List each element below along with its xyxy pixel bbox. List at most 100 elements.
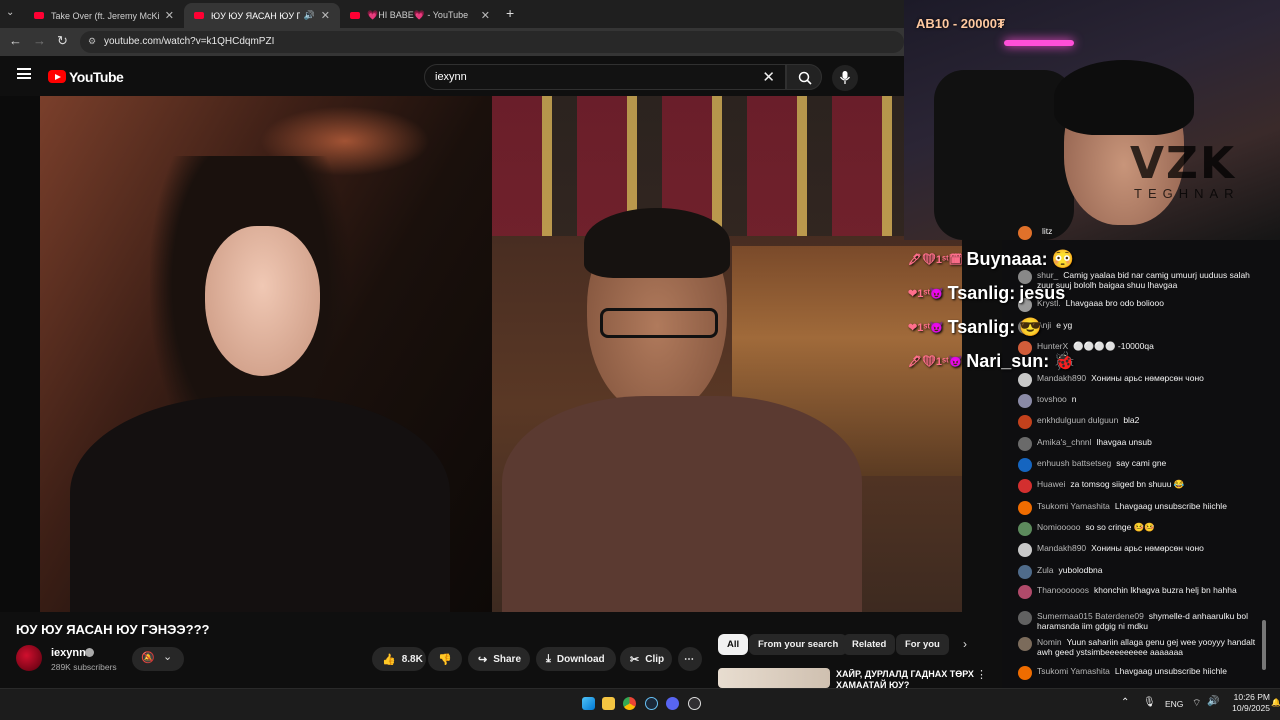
site-info-icon[interactable]: ⚙ [88, 36, 96, 47]
search-input[interactable]: iexynn ✕ [424, 64, 786, 90]
forward-arrow-icon[interactable]: → [33, 33, 46, 48]
thumbs-down-icon: 👎 [438, 653, 452, 666]
search-button[interactable] [786, 64, 822, 90]
chat-user-avatar[interactable] [1018, 522, 1032, 536]
chat-message-body: Huawei za tomsog siiged bn shuuu 😂 [1037, 479, 1184, 489]
steam-icon[interactable] [645, 697, 658, 710]
channel-avatar[interactable] [16, 645, 42, 671]
chat-username[interactable]: tovshoo [1037, 394, 1067, 404]
chat-message-body: Nomiooooo so so cringe 🤒🤒 [1037, 522, 1155, 532]
tab-hi-babe[interactable]: 💗HI BABE💗 - YouTube ✕ [340, 3, 500, 28]
chat-username[interactable]: Huawei [1037, 479, 1065, 489]
language-indicator[interactable]: ENG [1165, 699, 1183, 709]
close-tab-icon[interactable]: ✕ [481, 9, 490, 22]
recommended-more-icon[interactable]: ⋮ [976, 668, 987, 681]
chat-user-avatar[interactable] [1018, 437, 1032, 451]
chat-username: Tsanlig: [947, 282, 1016, 303]
dislike-button[interactable]: 👎 [428, 647, 462, 671]
new-tab-icon[interactable]: + [506, 5, 514, 21]
chat-text: 😎 [1019, 316, 1042, 337]
chat-user-avatar[interactable] [1018, 415, 1032, 429]
hamburger-menu-icon[interactable] [17, 68, 31, 79]
chat-username: Nari_sun: [966, 350, 1050, 371]
chat-message-body: Mandakh890 Хонины арьс нөмөрсөн чоно [1037, 543, 1204, 553]
chat-user-avatar[interactable] [1018, 611, 1032, 625]
taskbar-clock[interactable]: 10:26 PM 10/9/2025 [1228, 692, 1270, 714]
reload-icon[interactable]: ↻ [57, 33, 68, 49]
recommended-video-title[interactable]: ХАЙР, ДУРЛАЛД ГАДНАХ ТӨРХ ХАМААТАЙ ЮУ? [836, 669, 976, 688]
chip-for-you[interactable]: For you [896, 634, 949, 655]
chat-username[interactable]: Thanoooooos [1037, 585, 1089, 595]
channel-name[interactable]: iexynn [51, 647, 86, 659]
chat-username[interactable]: enkhdulguun dulguun [1037, 415, 1118, 425]
url-field[interactable]: ⚙ youtube.com/watch?v=k1QHCdqmPZI [80, 31, 904, 53]
chat-user-avatar[interactable] [1018, 394, 1032, 408]
chip-all[interactable]: All [718, 634, 749, 655]
tab-current-video[interactable]: ЮУ ЮУ ЯАСАН ЮУ ГЭНЭЭ 🔊 ✕ [184, 3, 340, 28]
glasses [600, 308, 718, 338]
chat-user-avatar[interactable] [1018, 565, 1032, 579]
youtube-logo-text[interactable]: YouTube [69, 69, 124, 85]
share-button[interactable]: ↪ Share [468, 647, 530, 671]
tab-take-over[interactable]: Take Over (ft. Jeremy McKinnon ✕ [24, 3, 184, 28]
tray-chevron-icon[interactable]: ⌃ [1121, 697, 1129, 708]
tab-list-chevron-icon[interactable]: ⌄ [6, 7, 14, 18]
voice-search-button[interactable] [832, 65, 858, 91]
chat-username[interactable]: Sumermaa015 Baterdene09 [1037, 611, 1144, 621]
close-tab-icon[interactable]: ✕ [321, 9, 330, 22]
chat-message: Thanoooooos khonchin lkhagva buzra helj b… [1018, 585, 1268, 599]
chrome-icon[interactable] [623, 697, 636, 710]
chat-badges-icon: 🖋❤1ˢᵗ🗓 [908, 253, 963, 266]
chat-user-avatar[interactable] [1018, 666, 1032, 680]
windows-start-icon[interactable] [582, 697, 595, 710]
notification-bell-icon[interactable]: 🔔 [1271, 698, 1280, 707]
chip-from-your-search[interactable]: From your search [749, 634, 848, 655]
chat-badges-icon: 🖋❤1ˢᵗ😈 [908, 355, 963, 368]
chat-user-avatar[interactable] [1018, 226, 1032, 240]
clear-search-icon[interactable]: ✕ [762, 68, 775, 86]
chat-user-avatar[interactable] [1018, 501, 1032, 515]
chat-text: litz [1042, 226, 1053, 236]
chat-user-avatar[interactable] [1018, 479, 1032, 493]
wifi-icon[interactable]: ⌔ [1192, 697, 1201, 710]
chat-username[interactable]: Amika's_chnnl [1037, 437, 1092, 447]
notification-bell-button[interactable]: 🔕 ⌄ [132, 647, 184, 671]
microphone-tray-icon[interactable]: 🎙 [1143, 697, 1156, 708]
chat-username[interactable]: Tsukomi Yamashita [1037, 666, 1110, 676]
discord-icon[interactable] [666, 697, 679, 710]
chat-user-avatar[interactable] [1018, 543, 1032, 557]
video-player[interactable] [0, 96, 962, 612]
close-tab-icon[interactable]: ✕ [165, 9, 174, 22]
obs-icon[interactable] [688, 697, 701, 710]
chips-next-chevron-icon[interactable]: › [963, 637, 967, 651]
download-button[interactable]: ⤓ Download [536, 647, 616, 671]
chat-scrollbar[interactable] [1262, 620, 1266, 670]
chat-message: enhuush battsetseg say cami gne [1018, 458, 1268, 472]
chat-user-avatar[interactable] [1018, 637, 1032, 651]
youtube-header: YouTube iexynn ✕ [0, 56, 904, 96]
chat-message-body: Sumermaa015 Baterdene09 shymelle-d anhaar… [1037, 611, 1268, 631]
youtube-logo-icon[interactable] [48, 70, 66, 83]
chat-text: 🐞 [1053, 350, 1076, 371]
clip-button[interactable]: ✂ Clip [620, 647, 672, 671]
volume-icon[interactable]: 🔊 [1207, 696, 1219, 707]
audio-playing-icon[interactable]: 🔊 [304, 10, 315, 21]
chat-username[interactable]: Tsukomi Yamashita [1037, 501, 1110, 511]
chat-username[interactable]: Nomin [1037, 637, 1062, 647]
chat-username[interactable]: Zula [1037, 565, 1054, 575]
chat-username[interactable]: enhuush battsetseg [1037, 458, 1111, 468]
chat-username[interactable]: Mandakh890 [1037, 543, 1086, 553]
recommended-video-thumbnail[interactable] [718, 668, 830, 688]
file-explorer-icon[interactable] [602, 697, 615, 710]
youtube-favicon-icon [34, 12, 44, 19]
chat-user-avatar[interactable] [1018, 458, 1032, 472]
chip-related[interactable]: Related [843, 634, 896, 655]
tab-title: 💗HI BABE💗 - YouTube [367, 10, 469, 20]
search-input-value: iexynn [435, 71, 467, 83]
chat-user-avatar[interactable] [1018, 585, 1032, 599]
chat-username[interactable]: Nomiooooo [1037, 522, 1080, 532]
like-button[interactable]: 👍 8.8K [372, 647, 426, 671]
video-title: ЮУ ЮУ ЯАСАН ЮУ ГЭНЭЭ??? [16, 622, 210, 637]
more-actions-button[interactable]: ⋯ [678, 647, 702, 671]
back-arrow-icon[interactable]: ← [9, 33, 22, 48]
